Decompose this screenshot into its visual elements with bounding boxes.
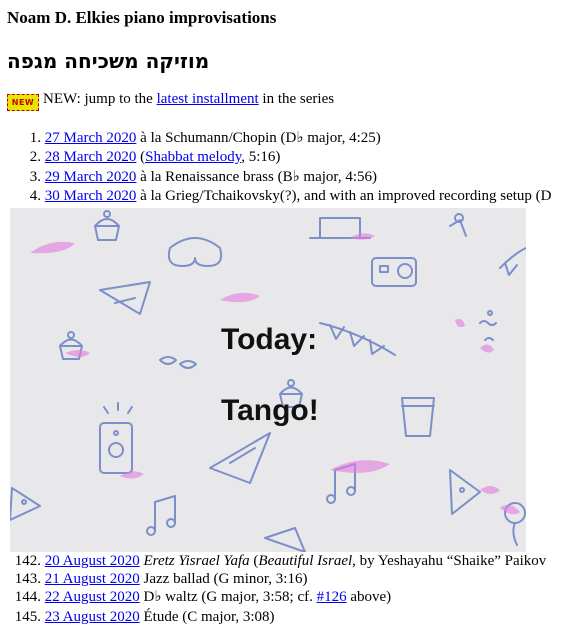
list-item: 145. 23 August 2020 Étude (C major, 3:08…: [0, 607, 275, 627]
item-desc: Étude (C major, 3:08): [139, 609, 275, 625]
mask-icon: [167, 237, 223, 267]
list-item: 2. 28 March 2020 (Shabbat melody, 5:16): [0, 147, 281, 167]
item-126-link[interactable]: #126: [317, 589, 347, 605]
item-desc: D♭ waltz (G major, 3:58; cf.: [139, 589, 317, 605]
item-desc: Jazz ballad (G minor, 3:16): [139, 571, 308, 587]
item-number: 3.: [29, 169, 41, 185]
bunting-icon: [319, 322, 396, 356]
item-number: 144.: [14, 589, 41, 605]
news-line: NEW NEW: jump to the latest installment i…: [7, 91, 334, 111]
new-badge-icon: NEW: [7, 94, 39, 111]
speaker-icon: [99, 402, 133, 474]
pizza-slice-icon: [449, 469, 481, 515]
tango-text: Tango!: [221, 394, 319, 427]
item-number: 4.: [29, 188, 41, 204]
list-item: 1. 27 March 2020 à la Schumann/Chopin (D…: [0, 128, 381, 148]
item-desc: à la Grieg/Tchaikovsky(?), and with an i…: [136, 188, 552, 204]
item-title: Eretz Yisrael Yafa: [143, 553, 250, 569]
glasses-icon: [159, 356, 197, 369]
item-number: 1.: [29, 130, 41, 146]
pizza-slice-icon: [10, 487, 41, 521]
shabbat-melody-link[interactable]: Shabbat melody: [145, 149, 241, 165]
item-number: 143.: [14, 571, 41, 587]
pizza-slice-icon: [264, 527, 306, 552]
music-notes-icon: [146, 495, 176, 536]
list-item: 3. 29 March 2020 à la Renaissance brass …: [0, 167, 377, 187]
date-link[interactable]: 30 March 2020: [45, 188, 137, 204]
date-link[interactable]: 22 August 2020: [45, 589, 140, 605]
news-prefix: NEW: jump to the: [43, 91, 157, 107]
date-link[interactable]: 21 August 2020: [45, 571, 140, 587]
date-link[interactable]: 27 March 2020: [45, 130, 137, 146]
tango-announcement-image: Today: Tango!: [10, 208, 526, 552]
whistle-icon: [449, 213, 467, 237]
today-text: Today:: [221, 323, 318, 356]
item-desc: above): [346, 589, 392, 605]
party-doodle-background: [10, 210, 526, 552]
page-title: Noam D. Elkies piano improvisations: [7, 8, 277, 27]
hebrew-title: מוזיקה משכיחה מגפה: [7, 49, 210, 73]
item-desc: à la Schumann/Chopin (D♭ major, 4:25): [136, 130, 381, 146]
cupcake-icon: [94, 210, 120, 241]
camera-icon: [371, 257, 417, 287]
item-desc: , 5:16): [241, 149, 281, 165]
date-link[interactable]: 23 August 2020: [45, 609, 140, 625]
cup-icon: [401, 397, 435, 437]
item-desc: (: [136, 149, 146, 165]
bunting-icon: [499, 247, 526, 276]
item-title: Beautiful Israel: [258, 553, 353, 569]
confetti-icon: [479, 310, 497, 341]
list-item: 144. 22 August 2020 D♭ waltz (G major, 3…: [0, 587, 391, 607]
item-number: 142.: [14, 553, 41, 569]
list-item: 4. 30 March 2020 à la Grieg/Tchaikovsky(…: [0, 186, 552, 206]
item-number: 2.: [29, 149, 41, 165]
news-suffix: in the series: [258, 91, 335, 107]
item-desc: à la Renaissance brass (B♭ major, 4:56): [136, 169, 377, 185]
list-item: 142. 20 August 2020 Eretz Yisrael Yafa (…: [0, 551, 547, 571]
date-link[interactable]: 20 August 2020: [45, 553, 140, 569]
date-link[interactable]: 28 March 2020: [45, 149, 137, 165]
party-hat-icon: [99, 281, 151, 315]
latest-installment-link[interactable]: latest installment: [157, 91, 259, 107]
item-number: 145.: [14, 609, 41, 625]
party-hat-icon: [209, 432, 271, 484]
item-desc: , by Yeshayahu “Shaike” Paikov: [352, 553, 547, 569]
date-link[interactable]: 29 March 2020: [45, 169, 137, 185]
list-item: 143. 21 August 2020 Jazz ballad (G minor…: [0, 569, 308, 589]
